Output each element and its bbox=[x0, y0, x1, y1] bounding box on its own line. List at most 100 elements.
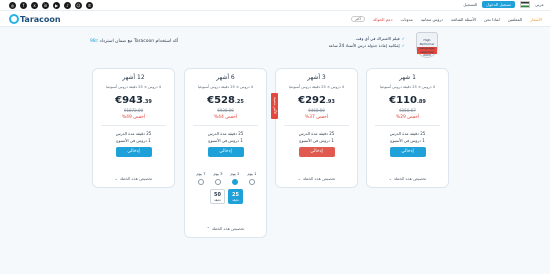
customize-plan-toggle[interactable]: تخصيص هذه الخطة⌄ bbox=[93, 176, 174, 181]
top-bar: ◎ f x in ▶ ♪ ☺ ✆ عربي تسجيل الدخول التسج… bbox=[0, 0, 550, 11]
plan-card-6-months: 6 أشهر 4 دروس × 25 دقيقة دروس أسبوعيا €5… bbox=[184, 68, 267, 238]
divider bbox=[193, 125, 258, 126]
plan-card-1-month: 1 شهر 4 دروس × 25 دقيقة دروس أسبوعيا €11… bbox=[366, 68, 449, 188]
logo-text: Taracoon bbox=[20, 14, 61, 24]
day-option-radio[interactable] bbox=[215, 179, 221, 185]
plan-old-price: €468.00 bbox=[308, 108, 325, 113]
facebook-icon[interactable]: f bbox=[20, 2, 27, 9]
days-per-week-labels: 1 يوم 2 يوم 3 يوم 7 يوم bbox=[191, 171, 262, 176]
plan-perk: 1 دروس في الأسبوع bbox=[299, 138, 334, 143]
plan-perk: 1 دروس في الأسبوع bbox=[390, 138, 425, 143]
minute-option[interactable]: 25 دقيقة bbox=[228, 189, 243, 204]
check-icon: ✓ bbox=[401, 36, 405, 41]
plan-lessons: 4 دروس × 25 دقيقة دروس أسبوعيا bbox=[105, 85, 162, 89]
plan-perk: 25 دقيقة مدة الدرس bbox=[389, 131, 426, 136]
days-per-week-radios bbox=[191, 179, 262, 185]
nav-item-support[interactable]: دعم الحوالة bbox=[373, 17, 393, 22]
customize-options: 1 يوم 2 يوم 3 يوم 7 يوم 50 دقيقة 25 دقيقة bbox=[191, 171, 262, 204]
guarantee-text: أكد استخدام Taracoon مع ضمان استرداد ٪98 bbox=[90, 39, 179, 44]
day-option-radio[interactable] bbox=[232, 179, 238, 185]
plan-price: €110.89 bbox=[389, 95, 426, 106]
day-option-label: 2 يوم bbox=[230, 171, 240, 176]
customize-plan-toggle[interactable]: تخصيص هذه الخطة⌄ bbox=[276, 176, 357, 181]
plan-discount: أخفض 29% bbox=[395, 115, 420, 120]
divider bbox=[101, 125, 166, 126]
subscribe-button[interactable]: إدخالي bbox=[389, 147, 426, 157]
subscribe-button[interactable]: إدخالي bbox=[207, 147, 244, 157]
linkedin-icon[interactable]: in bbox=[42, 2, 49, 9]
nav-menu: الأسعار المعلمين لماذا نحن الأسئلة الشائ… bbox=[350, 16, 542, 22]
plan-lessons: 4 دروس × 25 دقيقة دروس أسبوعيا bbox=[288, 85, 345, 89]
language-selector[interactable]: عربي bbox=[535, 2, 544, 7]
plan-price: €292.93 bbox=[298, 95, 335, 106]
plan-discount: أخفض 44% bbox=[213, 115, 238, 120]
customize-plan-toggle[interactable]: تخصيص هذه الخطة⌃ bbox=[185, 226, 266, 231]
whatsapp-icon[interactable]: ✆ bbox=[86, 2, 93, 9]
x-icon[interactable]: x bbox=[31, 2, 38, 9]
guarantee-percent: ٪98 bbox=[90, 39, 99, 44]
badge-shield: High Performer Language Learning 2023 bbox=[416, 32, 438, 58]
subscribe-button[interactable]: إدخالي bbox=[115, 147, 152, 157]
plan-perk: 25 دقيقة مدة الدرس bbox=[115, 131, 152, 136]
youtube-icon[interactable]: ▶ bbox=[53, 2, 60, 9]
divider bbox=[284, 125, 349, 126]
tiktok-icon[interactable]: ♪ bbox=[64, 2, 71, 9]
plan-duration: 3 أشهر bbox=[307, 74, 326, 81]
plan-old-price: €936.00 bbox=[217, 108, 234, 113]
signup-link[interactable]: التسجيل bbox=[463, 2, 477, 7]
nav-item-blogs[interactable]: مدونات bbox=[401, 17, 413, 22]
chevron-down-icon: ⌄ bbox=[388, 176, 392, 181]
chevron-up-icon: ⌃ bbox=[206, 226, 210, 231]
nav-item-teachers[interactable]: المعلمين bbox=[508, 17, 522, 22]
plan-card-12-months: 12 أشهر 4 دروس × 25 دقيقة دروس أسبوعيا €… bbox=[92, 68, 175, 188]
plan-card-3-months: الأكثر شعبية 3 أشهر 4 دروس × 25 دقيقة در… bbox=[271, 68, 358, 188]
nav-item-pricing[interactable]: الأسعار bbox=[530, 17, 542, 22]
day-option-label: 7 يوم bbox=[196, 171, 206, 176]
instagram-icon[interactable]: ◎ bbox=[9, 2, 16, 9]
top-actions: عربي تسجيل الدخول التسجيل bbox=[463, 1, 544, 8]
feature-item: ✓فيلم الاشتراك في أي وقت bbox=[355, 36, 405, 41]
minute-option[interactable]: 50 دقيقة bbox=[210, 189, 225, 204]
day-option-label: 1 يوم bbox=[247, 171, 257, 176]
plan-discount: أخفض 37% bbox=[304, 115, 329, 120]
lesson-length-selector: 50 دقيقة 25 دقيقة bbox=[191, 189, 262, 204]
plan-perk: 25 دقيقة مدة الدرس bbox=[207, 131, 244, 136]
plan-perk: 1 دروس في الأسبوع bbox=[116, 138, 151, 143]
plan-lessons: 4 دروس × 25 دقيقة دروس أسبوعيا bbox=[379, 85, 436, 89]
plan-duration: 12 أشهر bbox=[122, 74, 145, 81]
popular-ribbon: الأكثر شعبية bbox=[271, 93, 278, 119]
plan-price: €528.25 bbox=[207, 95, 244, 106]
plan-discount: أخفض 49% bbox=[121, 115, 146, 120]
logo-mark-icon bbox=[9, 14, 19, 24]
plan-price: €943.39 bbox=[115, 95, 152, 106]
day-option-radio[interactable] bbox=[249, 179, 255, 185]
login-button[interactable]: تسجيل الدخول bbox=[482, 1, 515, 8]
nav-item-free-lessons[interactable]: دروس مجانية bbox=[421, 17, 443, 22]
site-logo[interactable]: Taracoon bbox=[9, 14, 61, 24]
nav-item-faq[interactable]: الأسئلة الشائعة bbox=[451, 17, 476, 22]
nav-item-why-us[interactable]: لماذا نحن bbox=[484, 17, 500, 22]
feature-list: ✓فيلم الاشتراك في أي وقت ✓إمكانية إعادة … bbox=[329, 35, 405, 49]
plan-perk: 1 دروس في الأسبوع bbox=[208, 138, 243, 143]
day-option-radio[interactable] bbox=[198, 179, 204, 185]
badge-title: High Performer bbox=[419, 38, 435, 46]
social-links: ◎ f x in ▶ ♪ ☺ ✆ bbox=[9, 2, 93, 9]
customize-plan-toggle[interactable]: تخصيص هذه الخطة⌄ bbox=[367, 176, 448, 181]
main-nav: Taracoon الأسعار المعلمين لماذا نحن الأس… bbox=[0, 11, 550, 27]
subscribe-button[interactable]: إدخالي bbox=[298, 147, 335, 157]
check-icon: ✓ bbox=[401, 43, 405, 48]
plan-duration: 6 أشهر bbox=[216, 74, 235, 81]
high-performer-badge: High Performer Language Learning 2023 bbox=[414, 32, 438, 60]
day-option-label: 3 يوم bbox=[213, 171, 223, 176]
plan-duration: 1 شهر bbox=[399, 74, 416, 81]
language-flag-icon[interactable] bbox=[519, 1, 530, 8]
plan-lessons: 4 دروس × 25 دقيقة دروس أسبوعيا bbox=[197, 85, 254, 89]
plan-old-price: €156.67 bbox=[399, 108, 416, 113]
feature-item: ✓إمكانية إعادة جدولة درس الأستاذ 24 ساعة bbox=[328, 43, 405, 48]
snapchat-icon[interactable]: ☺ bbox=[75, 2, 82, 9]
chevron-down-icon: ⌄ bbox=[114, 176, 118, 181]
divider bbox=[375, 125, 440, 126]
plan-perk: 25 دقيقة مدة الدرس bbox=[298, 131, 335, 136]
badge-year: 2023 bbox=[423, 53, 431, 57]
nav-more-dropdown[interactable]: أكثر bbox=[350, 16, 365, 22]
